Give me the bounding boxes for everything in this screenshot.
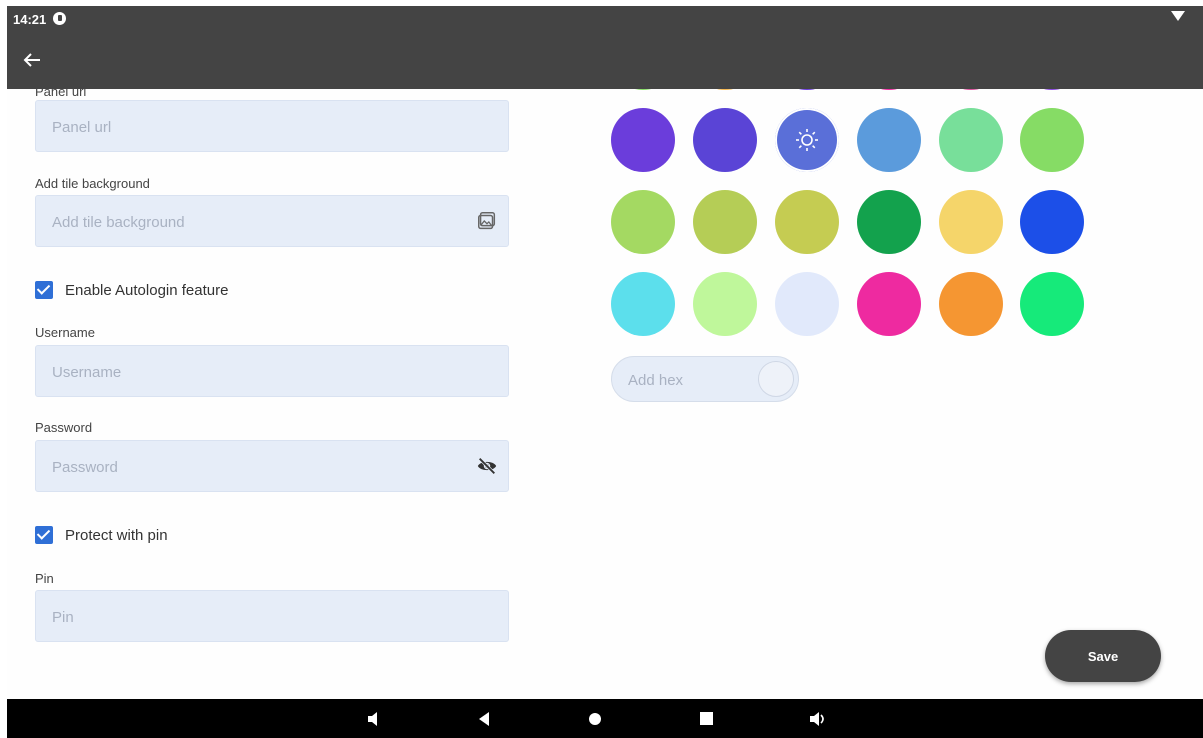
color-swatch[interactable] [693, 190, 757, 254]
tile-background-label: Add tile background [35, 176, 150, 191]
color-swatch[interactable] [611, 108, 675, 172]
autologin-checkbox-row[interactable]: Enable Autologin feature [35, 278, 228, 302]
volume-up-icon[interactable] [800, 699, 836, 738]
tile-background-field[interactable] [35, 195, 509, 248]
panel-url-input[interactable] [50, 101, 454, 153]
pin-input[interactable] [50, 591, 454, 643]
password-field[interactable] [35, 440, 509, 493]
sun-icon [796, 129, 818, 151]
color-swatch[interactable] [857, 272, 921, 336]
color-swatch[interactable] [939, 190, 1003, 254]
color-swatch[interactable] [857, 190, 921, 254]
autologin-checkbox[interactable] [35, 281, 53, 299]
hex-color-preview [758, 361, 794, 397]
panel-url-field[interactable] [35, 100, 509, 153]
back-arrow-icon[interactable] [21, 48, 45, 72]
color-swatch-selected[interactable] [775, 108, 839, 172]
color-swatch[interactable] [1020, 108, 1084, 172]
protect-pin-label: Protect with pin [65, 526, 168, 544]
status-bar: 14:21 [7, 6, 1203, 32]
pin-field[interactable] [35, 590, 509, 643]
nav-back-icon[interactable] [466, 699, 502, 738]
color-swatch[interactable] [939, 108, 1003, 172]
volume-down-icon[interactable] [356, 699, 392, 738]
password-input[interactable] [50, 441, 454, 493]
image-icon[interactable] [476, 210, 498, 232]
hex-color-field[interactable] [611, 356, 799, 403]
nav-recents-icon[interactable] [688, 699, 724, 738]
color-swatch[interactable] [693, 108, 757, 172]
tile-background-input[interactable] [50, 196, 454, 248]
pin-label: Pin [35, 571, 54, 586]
color-swatch[interactable] [939, 272, 1003, 336]
app-window: Panel url Add tile background Enable Aut… [7, 6, 1203, 738]
status-time: 14:21 [13, 12, 47, 27]
color-swatch[interactable] [775, 272, 839, 336]
nav-home-icon[interactable] [577, 699, 613, 738]
username-field[interactable] [35, 345, 509, 398]
app-bar: 14:21 [7, 6, 1203, 89]
username-input[interactable] [50, 346, 454, 398]
color-swatch[interactable] [1020, 272, 1084, 336]
system-nav-bar [7, 699, 1203, 738]
protect-pin-checkbox-row[interactable]: Protect with pin [35, 523, 168, 547]
username-label: Username [35, 325, 95, 340]
color-swatch[interactable] [1020, 190, 1084, 254]
eye-off-icon[interactable] [476, 455, 498, 477]
color-swatch[interactable] [611, 190, 675, 254]
save-button[interactable]: Save [1045, 630, 1161, 682]
color-swatch[interactable] [857, 108, 921, 172]
color-swatch[interactable] [611, 272, 675, 336]
autologin-label: Enable Autologin feature [65, 281, 229, 299]
wifi-icon [1171, 11, 1185, 21]
hex-input[interactable] [626, 357, 750, 403]
notification-app-icon [53, 12, 66, 25]
protect-pin-checkbox[interactable] [35, 526, 53, 544]
color-swatch[interactable] [693, 272, 757, 336]
color-swatch[interactable] [775, 190, 839, 254]
password-label: Password [35, 420, 93, 435]
